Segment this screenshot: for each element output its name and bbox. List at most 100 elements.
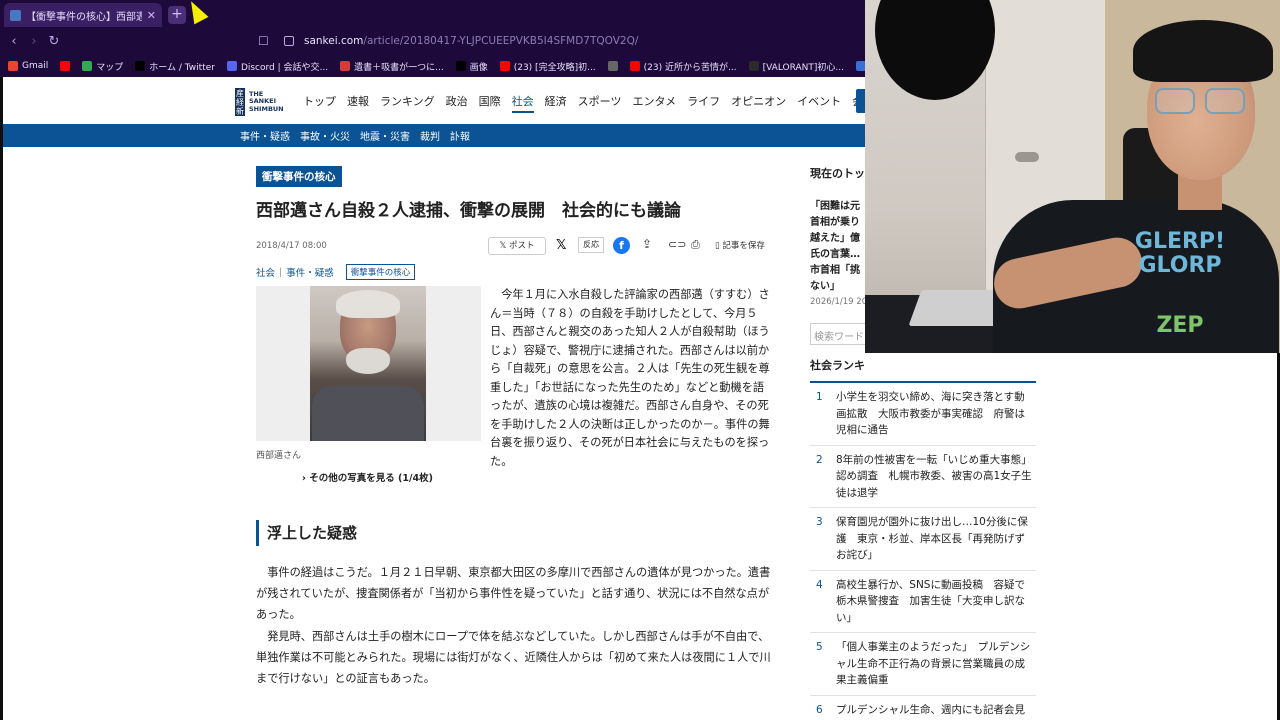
more-photos-link[interactable]: › その他の写真を見る (1/4枚) [302,470,433,484]
nav-item[interactable]: オピニオン [731,93,786,113]
ranking-item[interactable]: 2 8年前の性被害を一転「いじめ重大事態」認め調査 札幌市教委、被害の高1女子生徒… [810,446,1036,508]
bookmark-label: (23) [完全攻略]初... [513,62,596,73]
bookmark-item[interactable]: Gmail [8,61,48,71]
ranking-item[interactable]: 5 「個人事業主のようだった」 プルデンシャル生命不正行為の背景に営業職員の成果主… [810,633,1036,696]
section-heading: 浮上した疑惑 [256,520,357,546]
bookmark-item[interactable]: [VALORANT]初心... [748,60,844,73]
cam-door-knob [1015,152,1039,162]
tag-chip[interactable]: 衝撃事件の核心 [345,264,416,280]
bookmark-item[interactable]: (23) 近所から苦情が... [629,60,737,73]
sidebar-top-story[interactable]: 「困難は元首相が乗り越えた」億氏の言葉…市首相「挑ない」 [810,199,866,295]
share-icon[interactable]: ⇪ [642,237,652,251]
nav-item[interactable]: イベント [797,93,841,113]
ranking-item[interactable]: 3 保育園児が園外に抜け出し…10分後に保護 東京・杉並、岸本区長「再発防げずお詫… [810,508,1036,571]
bookmark-item[interactable] [607,61,618,71]
subnav-item[interactable]: 訃報 [450,128,470,143]
discord-icon [226,61,237,71]
x-icon [135,61,146,71]
subnav-item[interactable]: 事故・火災 [300,128,350,143]
series-badge[interactable]: 衝撃事件の核心 [256,166,342,187]
link-icon[interactable]: ⊂⊃ [668,238,686,251]
bookmark-item[interactable]: マップ [82,60,123,73]
article-photo[interactable] [256,286,481,441]
forward-icon[interactable]: › [26,34,42,50]
ranking-text: 小学生を羽交い締め、海に突き落とす動画拡散 大阪市教委が事実確認 府警は児相に通… [836,391,1025,436]
back-icon[interactable]: ‹ [6,34,22,50]
ranking-number: 5 [816,641,823,653]
tag-sub[interactable]: 事件・疑惑 [286,265,334,279]
nav-item[interactable]: ライフ [687,93,720,113]
sankei-logo[interactable]: 産経新聞 THE SANKEI SHIMBUN [235,87,289,125]
valorant-icon [748,61,759,71]
post-button[interactable]: 𝕏 ポスト [488,237,546,255]
gmail-icon [8,61,18,71]
subnav-item[interactable]: 地震・災害 [360,128,410,143]
tag-section[interactable]: 社会 [256,265,275,279]
bookmark-item[interactable] [60,61,71,71]
ranking-item[interactable]: 1 小学生を羽交い締め、海に突き落とす動画拡散 大阪市教委が事実確認 府警は児相に… [810,383,1036,446]
bookmark-label: [VALORANT]初心... [762,62,844,73]
ranking-item[interactable]: 4 高校生暴行か、SNSに動画投稿 容疑で栃木県警捜査 加害生徒「大変申し訳ない」 [810,571,1036,633]
bookmark-icon[interactable]: ☐ [258,34,269,48]
publish-date: 2018/4/17 08:00 [256,241,327,251]
facebook-icon[interactable]: f [613,237,630,254]
save-label: 記事を保存 [722,241,765,251]
url-path: /article/20180417-YLJPCUEEPVKB5I4SFMD7TQ… [363,35,639,47]
nav-item[interactable]: 速報 [347,93,369,113]
ranking-text: プルデンシャル生命、週内にも記者会見 顧客被害31億円、再発防止策など説明へ [836,703,1036,716]
youtube-icon [60,61,71,71]
x-icon [455,61,466,71]
nav-item[interactable]: エンタメ [632,93,676,113]
bookmark-item[interactable]: Discord | 会話や交... [226,60,328,73]
logo-mark: 産経新聞 [235,88,245,125]
global-nav: トップ速報ランキング政治国際社会経済スポーツエンタメライフオピニオンイベント会員… [303,93,918,113]
ranking-list: 1 小学生を羽交い締め、海に突き落とす動画拡散 大阪市教委が事実確認 府警は児相に… [810,383,1036,720]
cam-lens-right [1205,88,1245,114]
tab-active[interactable]: 【衝撃事件の核心】西部邁さん自 ✕ [4,3,162,27]
save-article-button[interactable]: ▯ 記事を保存 [715,239,765,251]
more-photos-label: その他の写真を見る (1/4枚) [309,473,433,484]
ranking-title: 社会ランキ [810,357,1036,383]
bookmark-red-icon [340,61,351,71]
ranking-number: 1 [816,391,823,403]
bookmark-label: 遺書＋吸書が一つに... [354,62,444,73]
subnav-item[interactable]: 裁判 [420,128,440,143]
bookmark-item[interactable]: 遺書＋吸書が一つに... [340,60,444,73]
reload-icon[interactable]: ↻ [46,34,62,50]
tab-close-icon[interactable]: ✕ [147,9,156,22]
x-share-icon[interactable]: 𝕏 [556,238,566,253]
print-icon[interactable]: ⎙ [691,238,700,252]
youtube-icon [499,61,510,71]
nav-item[interactable]: ランキング [380,93,435,113]
lead-paragraph: 今年１月に入水自殺した評論家の西部邁（すすむ）さん＝当時（７８）の自殺を手助けし… [490,286,772,471]
bookmark-item[interactable]: ホーム / Twitter [135,60,215,73]
screen: 【衝撃事件の核心】西部邁さん自 ✕ + ‹ › ↻ ☐ sankei.com/a… [0,0,1280,720]
nav-item[interactable]: 国際 [479,93,501,113]
sankei-favicon-icon [10,9,21,21]
nav-item[interactable]: 社会 [511,93,534,113]
nav-item[interactable]: スポーツ [578,93,622,113]
site-info-icon[interactable] [284,36,294,46]
tab-title: 【衝撃事件の核心】西部邁さん自 [26,11,142,23]
subnav-item[interactable]: 事件・疑惑 [240,128,290,143]
bookmark-item[interactable]: 画像 [455,60,488,73]
reaction-button[interactable]: 反応 [578,237,604,253]
cam-shirt-print: GLERP! GLORP ZEP [1095,230,1265,340]
url-field[interactable]: sankei.com/article/20180417-YLJPCUEEPVKB… [304,35,638,47]
new-tab-button[interactable]: + [168,6,186,24]
mouse-cursor-icon [184,0,209,25]
x-small-icon: 𝕏 [499,241,510,251]
lead-text: 今年１月に入水自殺した評論家の西部邁（すすむ）さん＝当時（７８）の自殺を手助けし… [490,288,770,468]
nav-item[interactable]: トップ [303,93,336,113]
post-label: ポスト [509,241,535,251]
shirt-line-2: GLORP [1138,253,1222,278]
ranking-item[interactable]: 6 プルデンシャル生命、週内にも記者会見 顧客被害31億円、再発防止策など説明へ [810,696,1036,720]
nav-item[interactable]: 政治 [446,93,468,113]
tag-separator: | [279,266,283,278]
bookmark-label: マップ [96,62,124,73]
bookmark-label: Gmail [22,61,49,71]
bookmark-label: ホーム / Twitter [149,62,215,73]
bookmark-item[interactable]: (23) [完全攻略]初... [499,60,596,73]
photo-caption: 西部邁さん [256,451,302,461]
nav-item[interactable]: 経済 [545,93,567,113]
